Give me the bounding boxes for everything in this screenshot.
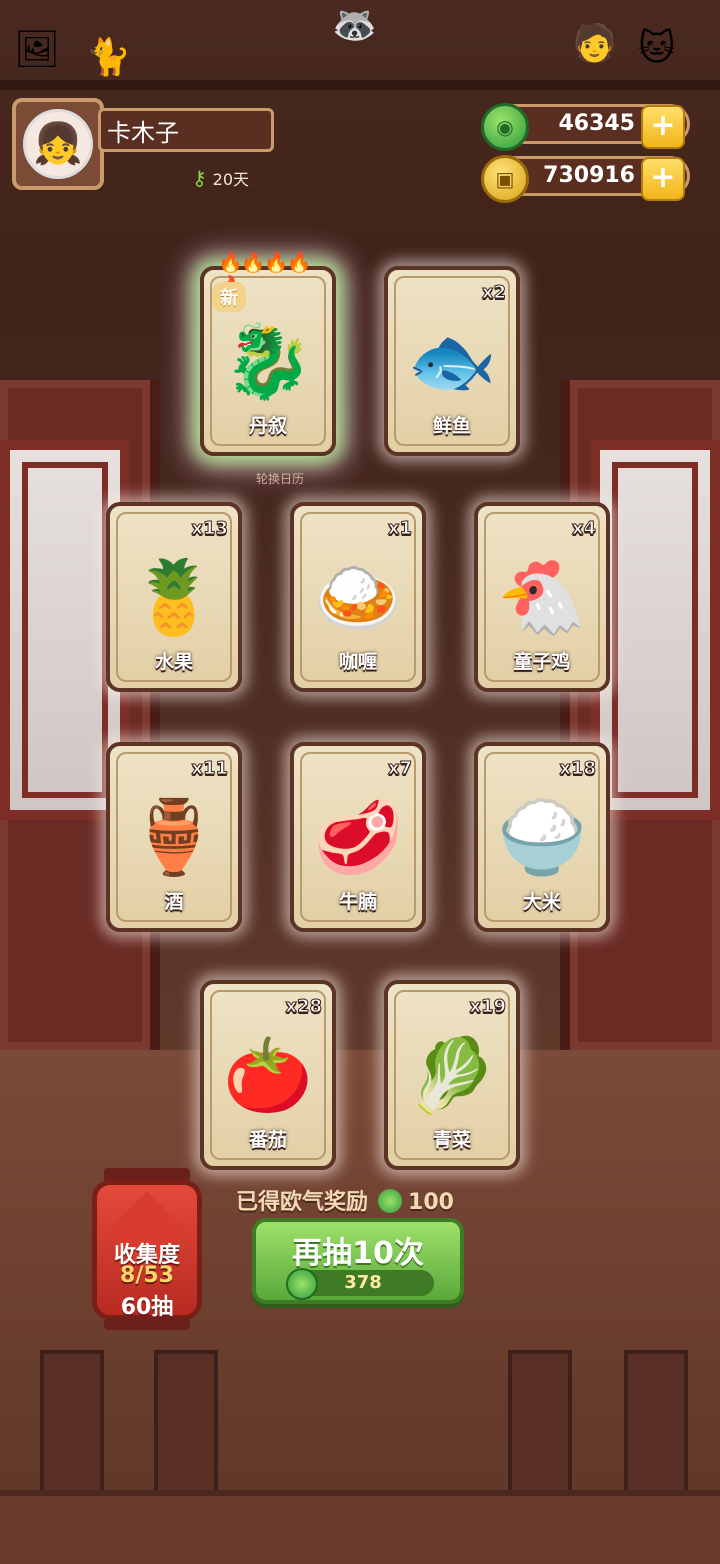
card-count: x13 xyxy=(191,518,229,540)
wine-jar-icon: 🏺 xyxy=(129,795,219,879)
fence-post xyxy=(154,1350,218,1508)
avatar-face-icon: 👧 xyxy=(23,109,93,179)
card-label: 童子鸡 xyxy=(513,651,571,673)
card-count: x19 xyxy=(469,996,507,1018)
dragon-figure-icon: 🐉 xyxy=(223,319,313,403)
card-count: x1 xyxy=(387,518,412,540)
card-curry[interactable]: x1 🍛 咖喱 xyxy=(290,502,426,692)
greens-icon: 🥬 xyxy=(407,1033,497,1117)
tomato-icon: 🍅 xyxy=(223,1033,313,1117)
collection-draws: 60抽 xyxy=(120,1295,174,1320)
draw-again-button[interactable]: 再抽10次 378 xyxy=(252,1218,464,1304)
card-label: 番茄 xyxy=(248,1129,287,1151)
card-tomato[interactable]: x28 🍅 番茄 xyxy=(200,980,336,1170)
player-name: 卡木子 xyxy=(98,108,274,152)
collection-lantern[interactable]: 收集度 8/53 60抽 xyxy=(92,1180,202,1320)
draw-cost: 378 xyxy=(286,1268,434,1300)
bottom-strip xyxy=(0,1490,720,1564)
scroll-frame-icon: 🖼 xyxy=(14,29,60,70)
card-dan-xu[interactable]: 🔥🔥🔥🔥🔥 新 🐉 丹叙 xyxy=(200,250,336,456)
card-label: 鲜鱼 xyxy=(432,415,471,437)
card-count: x28 xyxy=(285,996,323,1018)
jade-amount: 46345 xyxy=(558,111,635,136)
card-chicken[interactable]: x4 🐔 童子鸡 xyxy=(474,502,610,692)
rice-bowl-icon: 🍚 xyxy=(497,795,587,879)
card-fish[interactable]: x2 🐟 鲜鱼 xyxy=(384,266,520,456)
card-count: x7 xyxy=(387,758,412,780)
fence-post xyxy=(508,1350,572,1508)
card-label: 牛腩 xyxy=(338,891,377,913)
draw-button-label: 再抽10次 xyxy=(292,1236,424,1271)
card-label: 丹叙 xyxy=(248,415,287,437)
card-count: x4 xyxy=(571,518,596,540)
gold-coin-icon: ▣ xyxy=(481,155,529,203)
lantern-base xyxy=(104,1318,190,1330)
fruit-icon: 🍍 xyxy=(129,555,219,639)
cat-icon: 🐈 xyxy=(86,37,131,78)
days-counter: ⚷ 20天 xyxy=(192,166,249,190)
jade-coin-icon xyxy=(286,1268,318,1300)
draw-cost-value: 378 xyxy=(344,1272,382,1293)
fence-post xyxy=(40,1350,104,1508)
jade-coin-icon xyxy=(378,1189,403,1213)
days-text: 20天 xyxy=(212,170,250,189)
jade-currency: ◉ 46345 + xyxy=(481,103,690,151)
beef-icon: 🥩 xyxy=(313,795,403,879)
card-count: x2 xyxy=(481,282,506,304)
raccoon-icon: 🦝 xyxy=(332,5,377,46)
add-jade-button[interactable]: + xyxy=(641,105,685,149)
collection-progress: 8/53 xyxy=(120,1263,174,1288)
kitten-icon: 🐱 xyxy=(638,28,676,69)
character-icon: 🧑 xyxy=(572,23,617,64)
card-count: x11 xyxy=(191,758,229,780)
card-wine[interactable]: x11 🏺 酒 xyxy=(106,742,242,932)
top-beam xyxy=(0,80,720,90)
card-label: 水果 xyxy=(154,651,193,673)
add-gold-button[interactable]: + xyxy=(641,157,685,201)
card-label: 青菜 xyxy=(432,1129,471,1151)
fish-icon: 🐟 xyxy=(407,319,497,403)
jade-coin-icon: ◉ xyxy=(481,103,529,151)
gold-currency: ▣ 730916 + xyxy=(481,155,690,203)
card-label: 酒 xyxy=(164,891,184,913)
gold-amount: 730916 xyxy=(543,163,635,188)
card-count: x18 xyxy=(559,758,597,780)
card-beef[interactable]: x7 🥩 牛腩 xyxy=(290,742,426,932)
fence-post xyxy=(624,1350,688,1508)
key-icon: ⚷ xyxy=(192,166,207,190)
card-label: 大米 xyxy=(522,891,561,913)
rotate-calendar-label: 轮换日历 xyxy=(255,472,304,486)
card-fruit[interactable]: x13 🍍 水果 xyxy=(106,502,242,692)
reward-line: 已得欧气奖励 100 xyxy=(236,1184,454,1216)
reward-amount: 100 xyxy=(408,1190,454,1215)
card-rice[interactable]: x18 🍚 大米 xyxy=(474,742,610,932)
new-badge: 新 xyxy=(212,282,246,312)
curry-boat-icon: 🍛 xyxy=(313,555,403,639)
player-avatar[interactable]: 👧 xyxy=(12,98,104,190)
chicken-icon: 🐔 xyxy=(497,555,587,639)
card-greens[interactable]: x19 🥬 青菜 xyxy=(384,980,520,1170)
card-label: 咖喱 xyxy=(338,651,377,673)
reward-text: 已得欧气奖励 xyxy=(236,1190,369,1215)
